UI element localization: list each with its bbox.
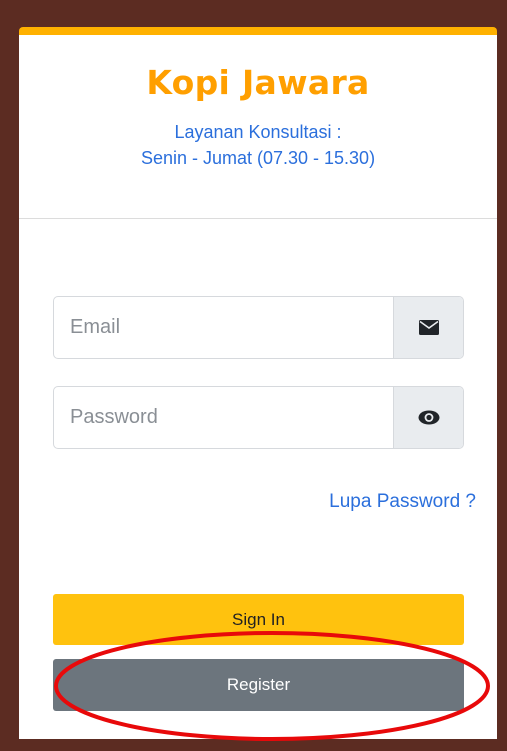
register-button[interactable]: Register bbox=[53, 659, 464, 711]
forgot-password-link[interactable]: Lupa Password ? bbox=[329, 491, 476, 513]
consultation-hours: Layanan Konsultasi : Senin - Jumat (07.3… bbox=[19, 119, 497, 171]
consultation-label: Layanan Konsultasi : bbox=[174, 122, 342, 142]
consultation-schedule: Senin - Jumat (07.30 - 15.30) bbox=[140, 148, 376, 168]
login-header: Kopi Jawara Layanan Konsultasi : Senin -… bbox=[19, 35, 497, 219]
email-input[interactable] bbox=[54, 297, 393, 358]
sign-in-button[interactable]: Sign In bbox=[53, 594, 464, 645]
app-title: Kopi Jawara bbox=[146, 63, 370, 102]
eye-icon bbox=[418, 410, 439, 425]
password-toggle[interactable] bbox=[393, 387, 463, 448]
password-field bbox=[53, 386, 464, 449]
email-field bbox=[53, 296, 464, 359]
login-card: Kopi Jawara Layanan Konsultasi : Senin -… bbox=[19, 27, 497, 739]
password-input[interactable] bbox=[54, 387, 393, 448]
email-addon bbox=[393, 297, 463, 358]
envelope-icon bbox=[418, 320, 439, 335]
